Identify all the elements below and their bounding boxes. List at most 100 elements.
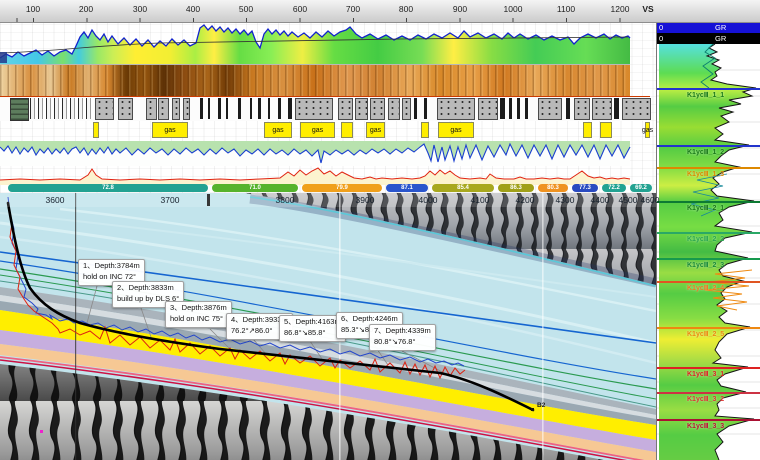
lith-bar [268, 98, 270, 119]
pick-marker [40, 430, 43, 433]
formation-line [657, 327, 760, 329]
lith-bar [414, 98, 417, 119]
lith-block [183, 98, 190, 120]
vs-tick: 100 [26, 4, 40, 14]
vs-tickmarks [0, 18, 656, 22]
formation-label[interactable]: K1ycⅢ_3_1 [687, 370, 724, 378]
section-marker-line [75, 193, 76, 460]
inclination-segment: 72.2 [602, 184, 626, 192]
formation-label[interactable]: K1ycⅢ_1_3 [687, 170, 724, 178]
gas-box [583, 122, 592, 138]
lith-bar [218, 98, 221, 119]
lith-bar [250, 98, 252, 119]
inclination-bar: 72.8 71.0 79.9 87.1 85.4 86.3 80.3 77.3 … [0, 184, 656, 193]
lith-block [388, 98, 400, 120]
resistivity-image-track [0, 64, 630, 97]
lith-bar [258, 98, 261, 119]
geosteering-app: 100 200 300 400 500 600 700 800 900 1000… [0, 0, 760, 460]
lith-block [95, 98, 114, 120]
lith-block [146, 98, 157, 120]
lith-bar [500, 98, 505, 119]
vs-tick: 300 [133, 4, 147, 14]
gas-box: gas [152, 122, 188, 138]
gas-box [600, 122, 612, 138]
lith-bar [200, 98, 203, 119]
vs-tick: 900 [453, 4, 467, 14]
lith-bar [424, 98, 427, 119]
annotation-3[interactable]: 3、Depth:3876m hold on INC 75° [165, 301, 232, 328]
formation-line [657, 367, 760, 369]
md-tick: 4600 [641, 195, 660, 205]
formation-label[interactable]: K1ycⅢ_2_4 [687, 284, 724, 292]
log-tracks[interactable]: gas gas gas gas gas gas 72.8 71.0 79.9 [0, 22, 656, 193]
resistivity-curve-track [0, 141, 656, 166]
md-tick: 3700 [161, 195, 180, 205]
type-log-panel[interactable]: 0 GR 0 GR [656, 22, 760, 460]
lith-block [158, 98, 169, 120]
inclination-segment: 86.3 [498, 184, 534, 192]
lith-block [355, 98, 368, 120]
lith-block [172, 98, 180, 120]
lith-bar [288, 98, 292, 119]
gr-header-row-2[interactable]: 0 GR [657, 33, 760, 44]
vs-tick: 200 [79, 4, 93, 14]
section-marker-line [542, 193, 544, 460]
inclination-segment: 79.9 [302, 184, 382, 192]
gas-box: gas [366, 122, 385, 138]
vs-ruler[interactable]: 100 200 300 400 500 600 700 800 900 1000… [0, 0, 760, 23]
md-tick: 4000 [419, 195, 438, 205]
lith-bar [226, 98, 228, 119]
inclination-segment: 87.1 [386, 184, 428, 192]
lith-block [118, 98, 133, 120]
gas-box: gas [438, 122, 474, 138]
lith-bar [525, 98, 528, 119]
lith-block [478, 98, 498, 120]
formation-line [657, 258, 760, 260]
lith-block [574, 98, 590, 120]
vs-tick: 1100 [557, 4, 575, 14]
formation-label[interactable]: K1ycⅢ_2_3 [687, 261, 724, 269]
gr-header-row-1[interactable]: 0 GR [657, 22, 760, 33]
formation-label[interactable]: K1ycⅢ_2_2 [687, 235, 724, 243]
gas-box: gas [264, 122, 292, 138]
md-tick: 3900 [356, 195, 375, 205]
vs-tick: 400 [186, 4, 200, 14]
lith-bar [509, 98, 512, 119]
lith-block [538, 98, 562, 120]
formation-label[interactable]: K1ycⅢ_2_5 [687, 330, 724, 338]
lithology-track [0, 96, 650, 121]
formation-label[interactable]: K1ycⅢ_1_1 [687, 91, 724, 99]
lith-bar [517, 98, 520, 119]
inclination-segment: 71.0 [212, 184, 298, 192]
lith-block [622, 98, 651, 120]
lith-block [437, 98, 475, 120]
gas-total-curve-track [0, 166, 656, 185]
formation-label[interactable]: K1ycⅢ_2_1 [687, 204, 724, 212]
annotation-7[interactable]: 7、Depth:4339m 80.8°↘76.8° [369, 324, 436, 351]
gas-box: gas [300, 122, 335, 138]
md-ruler[interactable]: 3500 3600 3700 3800 3900 4000 4100 4200 … [0, 193, 656, 207]
md-tick: 4400 [591, 195, 610, 205]
lith-block [10, 98, 29, 121]
inclination-segment: 77.3 [572, 184, 598, 192]
formation-label[interactable]: K1ycⅢ_3_2 [687, 395, 724, 403]
md-tick: 4300 [556, 195, 575, 205]
formation-line [657, 392, 760, 394]
lith-block [402, 98, 411, 120]
gr-track [0, 22, 656, 64]
formation-label[interactable]: K1ycⅢ_1_2 [687, 148, 724, 156]
inclination-segment: 72.8 [8, 184, 208, 192]
lith-block [295, 98, 333, 120]
md-tick: 4500 [619, 195, 638, 205]
formation-line [657, 281, 760, 283]
lith-block [370, 98, 385, 120]
vs-tick: 600 [293, 4, 307, 14]
gas-box [93, 122, 99, 138]
gas-show-track: gas gas gas gas gas gas [0, 120, 650, 141]
vs-tick: 1200 [611, 4, 630, 14]
formation-label[interactable]: K1ycⅢ_3_3 [687, 422, 724, 430]
md-tick: 3800 [276, 195, 295, 205]
lith-block [30, 98, 94, 119]
lith-block [592, 98, 612, 120]
vs-unit-label: VS [642, 4, 653, 14]
